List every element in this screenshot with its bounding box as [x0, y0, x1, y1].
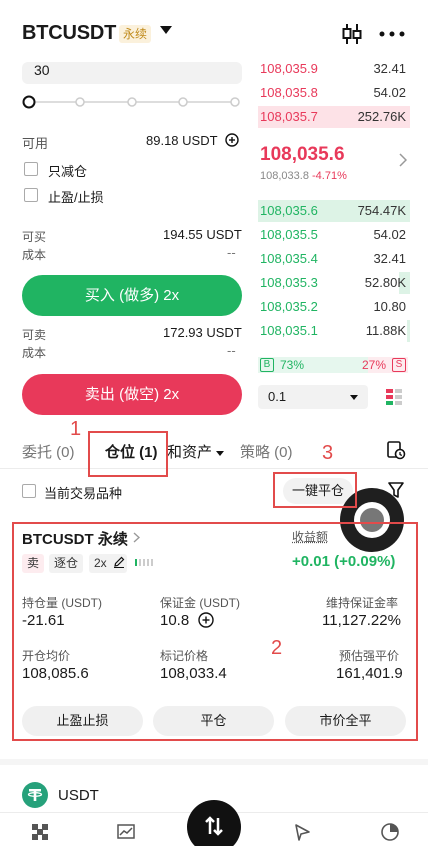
trading-screen: BTCUSDT 永续 30 可用 89.18 USDT 只减仓 止盈/止损 可买…	[0, 0, 428, 846]
ask-row[interactable]: 108,035.7 252.76K	[258, 106, 410, 128]
buy-available-value: 194.55 USDT	[163, 227, 242, 242]
order-history-icon[interactable]	[386, 440, 406, 460]
bid-price: 108,035.3	[260, 275, 318, 290]
bid-qty: 10.80	[373, 299, 406, 314]
positions-tabs: 委托 (0) 仓位 (1) 和资产 策略 (0)	[0, 441, 428, 465]
bid-price: 108,035.2	[260, 299, 318, 314]
price-change: -4.71%	[312, 170, 347, 182]
ask-qty: 252.76K	[357, 109, 406, 124]
sell-ratio-badge: S	[392, 358, 406, 372]
available-label: 可用	[22, 136, 49, 151]
annotation-box-3	[273, 472, 357, 508]
annotation-box-1	[88, 431, 168, 477]
discover-compass-icon[interactable]	[292, 822, 312, 842]
buy-cost-label: 成本	[22, 248, 47, 262]
leverage-slider[interactable]	[22, 94, 242, 110]
symbol-dropdown-icon[interactable]	[160, 26, 172, 34]
tick-dropdown-icon	[350, 395, 358, 400]
tpsl-label: 止盈/止损	[48, 190, 104, 205]
annotation-label-1: 1	[70, 418, 82, 440]
chevron-right-icon[interactable]	[399, 153, 407, 167]
ask-qty: 54.02	[373, 85, 406, 100]
more-icon[interactable]	[378, 23, 406, 45]
tab-assets[interactable]: 和资产	[167, 441, 225, 462]
bid-qty: 32.41	[373, 251, 406, 266]
annotation-label-3: 3	[322, 442, 334, 464]
orderbook-layout-icon[interactable]	[384, 387, 404, 407]
section-divider	[0, 759, 428, 765]
assets-dropdown-icon	[216, 450, 225, 456]
tab-assets-label: 和资产	[167, 444, 213, 461]
annotation-box-2	[12, 522, 418, 741]
quantity-input[interactable]: 30	[22, 62, 242, 84]
available-value: 89.18 USDT	[146, 133, 218, 148]
add-funds-icon[interactable]	[225, 133, 239, 147]
bid-qty: 11.88K	[365, 323, 406, 338]
ask-qty: 32.41	[373, 61, 406, 76]
usdt-coin-icon	[22, 782, 48, 808]
tick-size-value: 0.1	[268, 389, 287, 404]
bid-row[interactable]: 108,035.3 52.80K	[258, 272, 410, 294]
symbol-title[interactable]: BTCUSDT	[22, 22, 116, 45]
bid-qty: 754.47K	[357, 203, 406, 218]
sell-short-button[interactable]: 卖出 (做空) 2x	[22, 374, 242, 415]
ask-price: 108,035.8	[260, 85, 318, 100]
current-symbol-label: 当前交易品种	[44, 486, 123, 501]
ask-row[interactable]: 108,035.9 32.41	[258, 58, 410, 80]
sell-ratio-value: 27%	[361, 358, 386, 372]
buy-ratio-fill	[258, 357, 368, 373]
tab-strategy[interactable]: 策略 (0)	[240, 441, 293, 462]
sell-cost-label: 成本	[22, 346, 47, 360]
buy-cost-value: --	[227, 245, 236, 260]
buy-available-label: 可买	[22, 230, 47, 244]
bid-row[interactable]: 108,035.5 54.02	[258, 224, 410, 246]
current-symbol-checkbox[interactable]	[22, 484, 36, 498]
bid-price: 108,035.5	[260, 227, 318, 242]
bid-price: 108,035.1	[260, 323, 318, 338]
tab-orders[interactable]: 委托 (0)	[22, 441, 75, 462]
bid-qty: 54.02	[373, 227, 406, 242]
last-price: 108,035.6	[260, 144, 345, 165]
annotation-label-2: 2	[271, 637, 283, 659]
swap-arrows-icon	[205, 816, 223, 836]
tabs-divider	[0, 468, 428, 469]
bid-row[interactable]: 108,035.6 754.47K	[258, 200, 410, 222]
markets-chart-icon[interactable]	[116, 822, 136, 842]
sell-available-label: 可卖	[22, 328, 47, 342]
candlestick-icon[interactable]	[340, 22, 364, 46]
asset-coin-label[interactable]: USDT	[58, 787, 99, 804]
buy-ratio-value: 73%	[280, 358, 305, 372]
mark-price: 108,033.8	[260, 170, 309, 182]
reduce-only-label: 只减仓	[48, 164, 88, 179]
tick-size-select[interactable]: 0.1	[258, 385, 368, 409]
tpsl-checkbox[interactable]	[24, 188, 38, 202]
home-grid-icon[interactable]	[30, 822, 50, 842]
bid-row[interactable]: 108,035.4 32.41	[258, 248, 410, 270]
bid-row[interactable]: 108,035.1 11.88K	[258, 320, 410, 342]
reduce-only-checkbox[interactable]	[24, 162, 38, 176]
mark-price-line: 108,033.8 -4.71%	[260, 170, 347, 182]
perpetual-badge: 永续	[119, 25, 152, 43]
buy-ratio-badge: B	[260, 358, 274, 372]
buy-sell-ratio-bar: B 73% 27% S	[258, 357, 408, 373]
assets-pie-icon[interactable]	[380, 822, 400, 842]
bid-price: 108,035.4	[260, 251, 318, 266]
bid-price: 108,035.6	[260, 203, 318, 218]
ask-price: 108,035.9	[260, 61, 318, 76]
bid-row[interactable]: 108,035.2 10.80	[258, 296, 410, 318]
ask-price: 108,035.7	[260, 109, 318, 124]
bid-qty: 52.80K	[364, 275, 406, 290]
ask-row[interactable]: 108,035.8 54.02	[258, 82, 410, 104]
sell-cost-value: --	[227, 343, 236, 358]
trade-nav-button[interactable]	[187, 800, 241, 846]
bid-depth-bar	[406, 320, 410, 342]
sell-available-value: 172.93 USDT	[163, 325, 242, 340]
buy-long-button[interactable]: 买入 (做多) 2x	[22, 275, 242, 316]
